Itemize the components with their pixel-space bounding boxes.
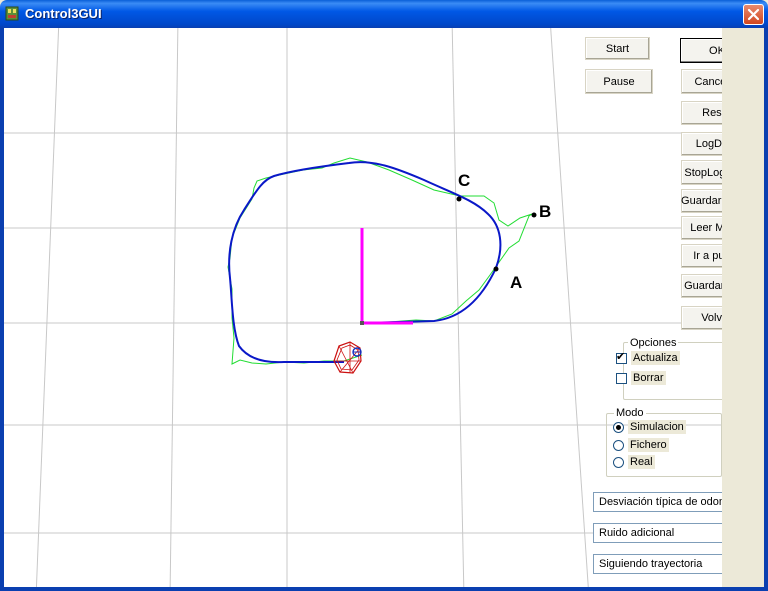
actualiza-label: Actualiza <box>631 351 680 365</box>
actualiza-checkbox[interactable]: ✔ Actualiza <box>616 351 680 365</box>
origin-marker <box>360 321 364 325</box>
modo-option-label: Fichero <box>628 438 669 452</box>
radio-button[interactable] <box>613 439 624 451</box>
robot-path <box>228 161 502 364</box>
modo-option-label: Simulacion <box>628 420 686 434</box>
radio-button[interactable] <box>613 456 624 468</box>
modo-option-fichero[interactable]: Fichero <box>613 438 669 452</box>
modo-option-real[interactable]: Real <box>613 455 655 469</box>
estado-field[interactable]: Siguiendo trayectoria <box>593 554 722 574</box>
modo-option-label: Real <box>628 455 655 469</box>
waypoint-a <box>493 266 499 272</box>
stoplogdata-button[interactable]: StopLogData <box>681 160 722 185</box>
ir-a-punto-button[interactable]: Ir a punto <box>681 244 722 268</box>
map-canvas[interactable]: A B C Start Pause OK Cancelar Reset LogD… <box>4 28 722 587</box>
logdata-button[interactable]: LogData <box>681 132 722 156</box>
modo-option-simulacion[interactable]: Simulacion <box>613 420 686 434</box>
grid-line <box>35 28 60 587</box>
reset-button[interactable]: Reset <box>681 101 722 125</box>
guardar-mapa-button[interactable]: Guardar Mapa <box>681 189 722 213</box>
odometria-field[interactable]: Desviación típica de odometría <box>593 492 722 512</box>
grid-line <box>169 28 179 587</box>
close-icon <box>747 8 760 21</box>
app-icon <box>5 6 19 21</box>
checkbox-box[interactable] <box>616 372 627 384</box>
waypoint-b <box>531 212 537 218</box>
borrar-checkbox[interactable]: Borrar <box>616 371 666 385</box>
cancel-button[interactable]: Cancelar <box>681 69 722 94</box>
right-panel-strip <box>722 28 764 587</box>
modo-title: Modo <box>614 407 646 419</box>
waypoint-c <box>456 196 462 202</box>
trajectory-line <box>227 157 533 365</box>
borrar-label: Borrar <box>631 371 666 385</box>
start-button[interactable]: Start <box>585 37 650 60</box>
window-title: Control3GUI <box>25 6 102 21</box>
title-bar[interactable]: Control3GUI <box>0 0 768 28</box>
opciones-title: Opciones <box>628 337 679 349</box>
leer-mapa-button[interactable]: Leer Mapa <box>681 216 722 240</box>
radio-selected-icon <box>616 424 621 430</box>
label-c: C <box>458 171 470 190</box>
label-a: A <box>510 273 522 292</box>
grid-line <box>550 28 589 587</box>
grid-line <box>451 28 465 587</box>
checkbox-box[interactable]: ✔ <box>616 350 627 364</box>
label-b: B <box>539 202 551 221</box>
radio-button[interactable] <box>613 421 624 433</box>
ruido-field[interactable]: Ruido adicional <box>593 523 722 543</box>
pause-button[interactable]: Pause <box>585 69 653 94</box>
guardar-tray-button[interactable]: Guardar Tray <box>681 274 722 298</box>
window-frame-bottom <box>0 587 768 591</box>
checkmark-icon: ✔ <box>616 350 626 363</box>
window-frame-right <box>764 28 768 591</box>
volver-button[interactable]: Volver <box>681 306 722 330</box>
ok-button[interactable]: OK <box>680 38 722 63</box>
close-button[interactable] <box>743 4 764 25</box>
robot-icon <box>333 341 362 374</box>
